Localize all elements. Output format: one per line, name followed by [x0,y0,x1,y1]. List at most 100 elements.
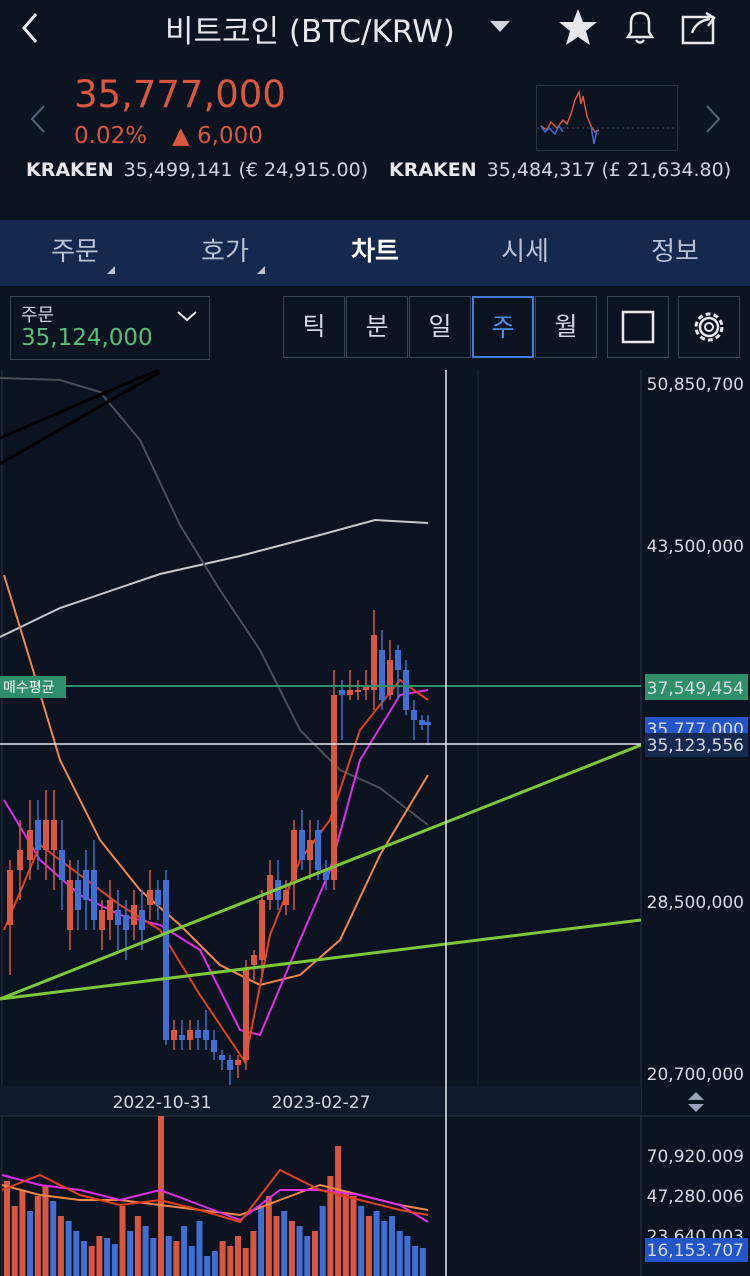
candle-body [179,1035,185,1040]
ticker-value: 35,499,141 (€ 24,915.00) [123,159,369,181]
title-dropdown-icon[interactable] [490,21,510,32]
period-month-button[interactable]: 월 [535,296,597,358]
volume-bar [389,1216,395,1276]
volume-bar [88,1246,95,1276]
tab-quotes[interactable]: 시세 [450,220,600,286]
prev-coin-icon[interactable] [28,104,48,134]
period-day-button[interactable]: 일 [409,296,471,358]
volume-bar [365,1216,372,1276]
volume-bar [188,1246,195,1276]
candle-body [291,830,297,880]
order-type-select[interactable]: 주문 35,124,000 [10,296,210,360]
chart-settings-button[interactable] [678,296,740,358]
candle-body [355,690,361,692]
candle-body [131,905,137,925]
candle-body [75,880,81,910]
volume-bar [396,1231,403,1276]
volume-bar [288,1221,295,1276]
volume-bar [312,1231,318,1276]
volume-bar [342,1191,349,1276]
price-axis-label: 28,500,000 [647,893,744,913]
volume-bar [273,1216,280,1276]
page-title[interactable]: 비트코인 (BTC/KRW) [165,6,455,51]
volume-bar [219,1241,226,1276]
candle-body [99,910,105,930]
ticker-exchange: KRAKEN [26,159,114,181]
volume-bar [134,1216,141,1276]
candle-body [347,690,353,695]
volume-axis-label: 70,920.009 [647,1147,744,1167]
candle-body [387,660,393,695]
submenu-corner-icon [107,266,115,274]
candle-body [91,870,97,920]
candle-body [315,830,321,870]
ticker-item: KRAKEN 35,499,141 (€ 24,915.00) [26,159,368,181]
period-minute-button[interactable]: 분 [346,296,408,358]
price-axis-label: 50,850,700 [647,375,744,395]
volume-bar [258,1206,265,1276]
volume-bar [235,1236,241,1276]
gear-icon [694,312,724,342]
date-axis-label: 2023-02-27 [272,1093,371,1113]
volume-bar [127,1231,134,1276]
candle-body [67,880,73,930]
candle-body [43,820,49,850]
volume-bar [4,1181,10,1276]
volume-bar [142,1226,149,1276]
volume-bar [265,1196,272,1276]
avg-buy-label: 매수평균 [3,680,55,696]
volume-bar [27,1211,34,1276]
price-axis-label: 20,700,000 [647,1065,744,1085]
order-type-label: 주문 [21,305,55,326]
candle-body [331,695,337,880]
period-week-button[interactable]: 주 [472,296,534,358]
candle-body [107,900,113,920]
volume-bar [204,1256,211,1276]
square-icon [621,310,655,344]
tab-label: 호가 [201,237,249,267]
candle-body [195,1030,201,1038]
tab-chart[interactable]: 차트 [300,220,450,286]
tab-label: 정보 [651,237,699,267]
fullscreen-button[interactable] [607,296,669,358]
bell-icon[interactable] [618,5,662,49]
volume-bar [373,1211,380,1276]
tab-orderbook[interactable]: 호가 [150,220,300,286]
volume-bar [304,1236,311,1276]
volume-bar [358,1206,365,1276]
volume-bar [50,1201,57,1276]
volume-bar [158,1116,164,1276]
volume-bar [57,1216,64,1276]
price-sparkline[interactable] [536,85,678,151]
candle-body [371,635,377,690]
candle-body [147,890,153,905]
volume-bar [242,1248,249,1276]
volume-bar [404,1236,411,1276]
volume-bar [104,1238,111,1276]
tab-info[interactable]: 정보 [600,220,750,286]
volume-tag: 16,153.707 [647,1241,744,1261]
share-icon[interactable] [678,5,722,49]
candle-body [171,1030,177,1040]
candle-body [283,890,289,905]
current-price: 35,777,000 [74,73,286,116]
candle-body [379,650,385,700]
candle-body [203,1030,209,1040]
volume-bar [250,1231,257,1276]
change-amount: ▲ 6,000 [172,123,263,149]
candle-body [115,910,121,925]
volume-bar [419,1248,426,1276]
tab-label: 시세 [501,237,549,267]
star-icon[interactable] [556,5,600,49]
chevron-down-icon [177,311,197,322]
candle-body [123,915,129,930]
period-tick-button[interactable]: 틱 [283,296,345,358]
candle-body [425,722,431,725]
candle-body [163,880,169,1040]
ticker-item: KRAKEN 35,484,317 (£ 21,634.80) [389,159,731,181]
price-chart[interactable]: 50,850,700 43,500,000 28,500,000 20,700,000… [0,366,750,1276]
back-icon[interactable] [12,8,52,48]
submenu-corner-icon [257,266,265,274]
tab-order[interactable]: 주문 [0,220,150,286]
next-coin-icon[interactable] [703,104,723,134]
